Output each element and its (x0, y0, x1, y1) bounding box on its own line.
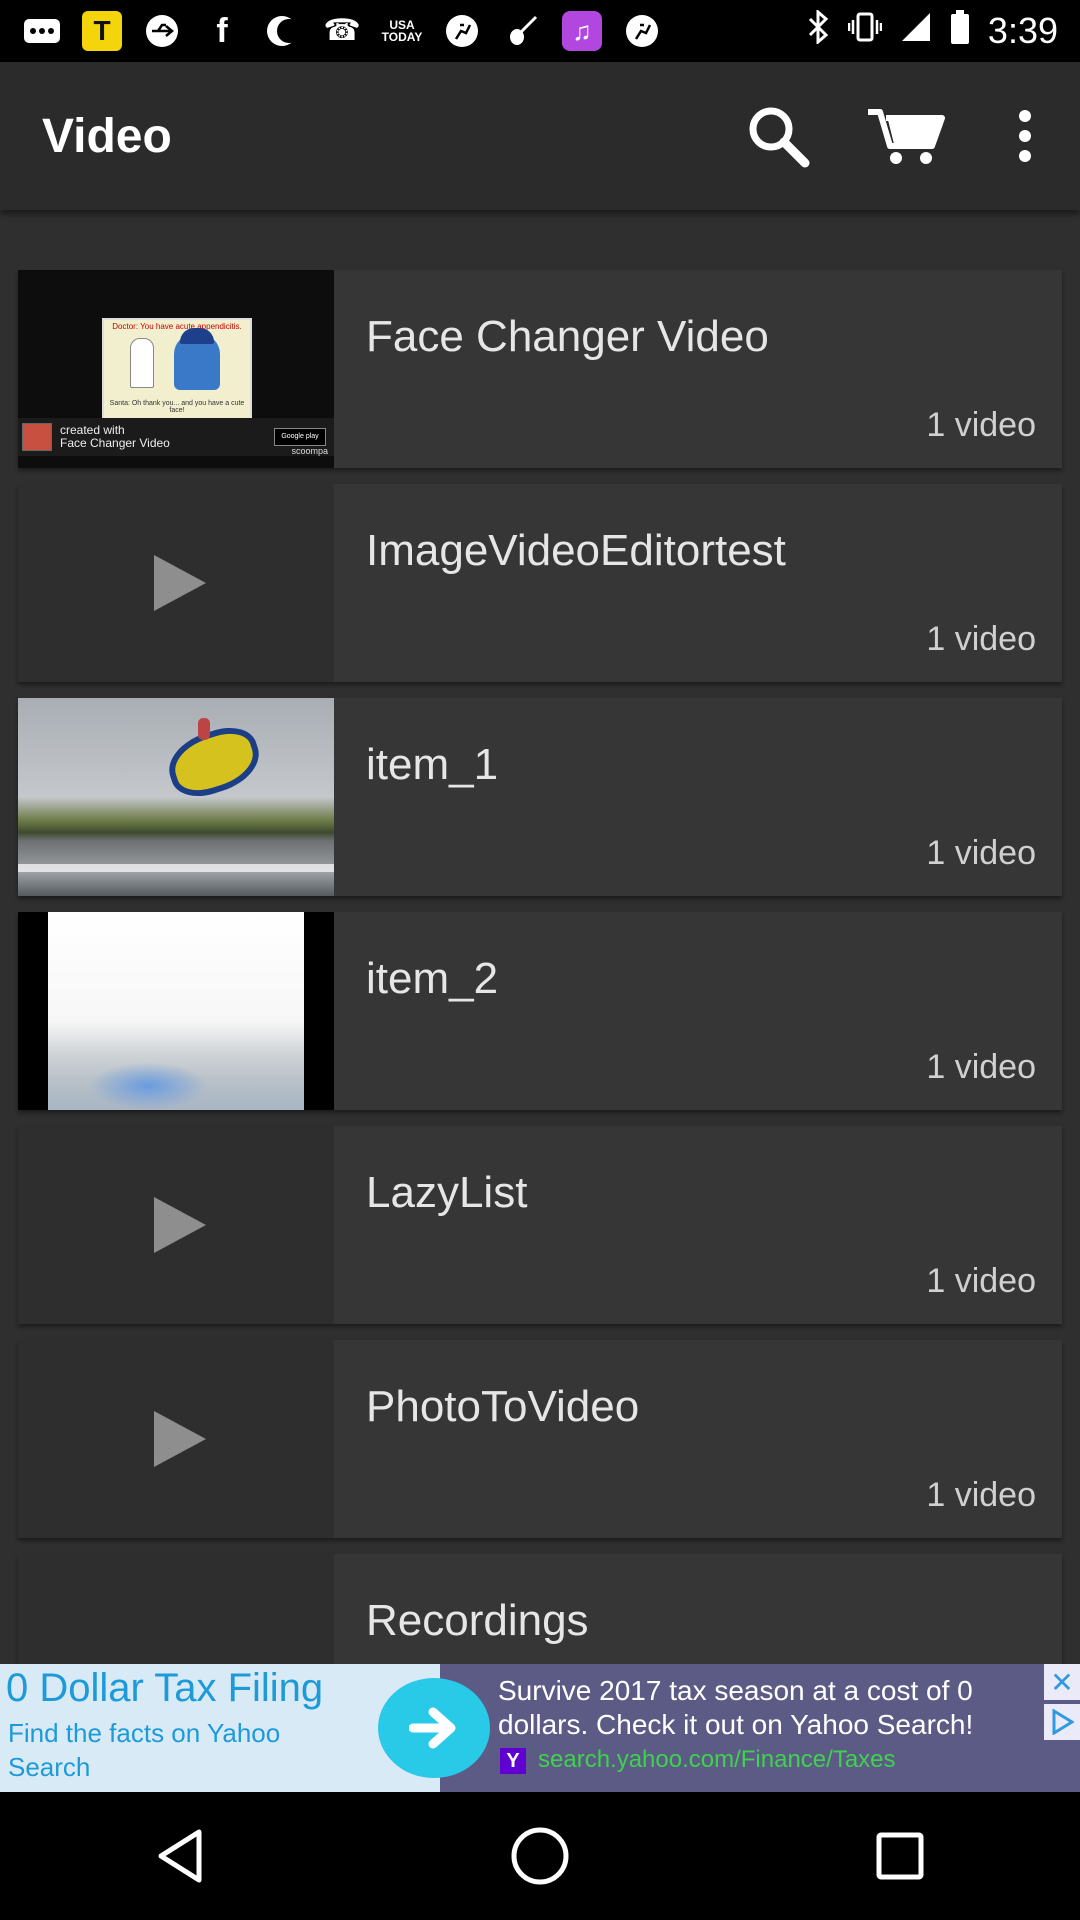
app-logo (22, 423, 52, 451)
list-item[interactable]: item_1 1 video (18, 698, 1062, 896)
arrow-right-icon (409, 1707, 456, 1749)
video-thumbnail (18, 912, 334, 1110)
recents-icon (876, 1832, 924, 1880)
play-icon (154, 1197, 206, 1253)
phone-icon: ☎ (323, 14, 361, 47)
more-vert-icon (1019, 110, 1031, 162)
home-button[interactable] (480, 1806, 600, 1906)
album-title: ImageVideoEditortest (366, 526, 786, 575)
video-count: 1 video (926, 406, 1036, 444)
search-button[interactable] (714, 76, 842, 196)
system-icons: 3:39 (808, 8, 1058, 53)
album-title: Recordings (366, 1596, 589, 1645)
video-count: 1 video (926, 1048, 1036, 1086)
ad-choices-button[interactable] (1044, 1704, 1080, 1740)
usb-icon (142, 11, 182, 51)
home-icon (511, 1827, 569, 1885)
video-thumbnail (18, 698, 334, 896)
back-button[interactable] (120, 1806, 240, 1906)
list-item-body: ImageVideoEditortest 1 video (334, 484, 1062, 682)
usa-today-icon: USA TODAY (381, 18, 423, 44)
google-play-badge: Google play (274, 428, 326, 446)
list-item-body: PhotoToVideo 1 video (334, 1340, 1062, 1538)
ad-url[interactable]: search.yahoo.com/Finance/Taxes (538, 1746, 896, 1774)
overflow-menu-button[interactable] (970, 76, 1080, 196)
ad-body-text: Survive 2017 tax season at a cost of 0 d… (498, 1675, 974, 1740)
video-count: 1 video (926, 834, 1036, 872)
cart-icon (868, 109, 945, 164)
signal-icon (900, 11, 932, 52)
ad-close-button[interactable]: ✕ (1044, 1664, 1080, 1700)
ad-go-button[interactable] (378, 1678, 490, 1778)
watermark-text: created with Face Changer Video (60, 424, 170, 450)
blur-spot (88, 1062, 208, 1110)
video-count: 1 video (926, 620, 1036, 658)
rider-image (198, 718, 210, 740)
list-item-body: LazyList 1 video (334, 1126, 1062, 1324)
album-title: item_1 (366, 740, 499, 789)
app-bar-actions (714, 76, 1080, 196)
clock: 3:39 (987, 10, 1058, 51)
play-icon (154, 555, 206, 611)
cart-button[interactable] (842, 76, 970, 196)
back-icon (158, 1829, 202, 1883)
video-thumbnail (18, 484, 334, 682)
fitness-icon (442, 11, 482, 51)
video-thumbnail: Doctor: You have acute appendicitis. San… (18, 270, 334, 468)
video-count: 1 video (926, 1262, 1036, 1300)
notification-icons: T f ☎ USA TODAY ♫ (22, 11, 662, 51)
album-title: LazyList (366, 1168, 528, 1217)
music-icon: ♫ (562, 11, 602, 51)
tinder-icon: T (82, 11, 122, 51)
ad-banner[interactable]: 0 Dollar Tax Filing Find the facts on Ya… (0, 1664, 1080, 1792)
screen: T f ☎ USA TODAY ♫ 3:39 Video Doctor: You… (0, 0, 1080, 1920)
play-icon (154, 1411, 206, 1467)
search-icon (749, 107, 810, 168)
thumbnail-footer: created with Face Changer Video Google p… (18, 418, 334, 456)
album-title: Face Changer Video (366, 312, 769, 361)
list-item[interactable]: Doctor: You have acute appendicitis. San… (18, 270, 1062, 468)
navigation-bar (0, 1792, 1080, 1920)
album-title: PhotoToVideo (366, 1382, 640, 1431)
ad-headline: 0 Dollar Tax Filing (6, 1666, 324, 1710)
photos-icon (22, 11, 62, 51)
list-item-body: Face Changer Video 1 video (334, 270, 1062, 468)
brand-text: scoompa (291, 446, 328, 456)
water-spray (18, 864, 334, 872)
fitness-icon (622, 11, 662, 51)
violin-icon (502, 11, 542, 51)
list-item[interactable]: LazyList 1 video (18, 1126, 1062, 1324)
cartoon-image: Doctor: You have acute appendicitis. San… (102, 318, 252, 420)
app-bar: Video (0, 62, 1080, 210)
status-bar: T f ☎ USA TODAY ♫ 3:39 (0, 0, 1080, 62)
video-thumbnail (18, 1126, 334, 1324)
list-item[interactable]: ImageVideoEditortest 1 video (18, 484, 1062, 682)
yahoo-logo-icon: Y (500, 1748, 526, 1774)
thumbnail-caption: Doctor: You have acute appendicitis. (112, 322, 242, 331)
facebook-icon: f (216, 12, 228, 50)
bluetooth-icon (808, 8, 830, 53)
video-thumbnail (18, 1340, 334, 1538)
watermark-line: Face Changer Video (60, 436, 170, 450)
page-title: Video (42, 109, 172, 163)
album-title: item_2 (366, 954, 499, 1003)
thumbnail-caption: Santa: Oh thank you... and you have a cu… (109, 400, 245, 414)
list-item-body: item_2 1 video (334, 912, 1062, 1110)
kite-image (160, 719, 268, 805)
recents-button[interactable] (840, 1806, 960, 1906)
moon-icon (262, 11, 302, 51)
ad-subtext: Find the facts on Yahoo Search (8, 1718, 281, 1782)
ad-choices-icon (1052, 1709, 1074, 1735)
ad-left-panel: 0 Dollar Tax Filing Find the facts on Ya… (0, 1664, 440, 1792)
battery-icon (950, 9, 970, 53)
list-item[interactable]: item_2 1 video (18, 912, 1062, 1110)
vibrate-icon (847, 10, 883, 53)
list-item[interactable]: PhotoToVideo 1 video (18, 1340, 1062, 1538)
video-count: 1 video (926, 1476, 1036, 1514)
list-item-body: item_1 1 video (334, 698, 1062, 896)
